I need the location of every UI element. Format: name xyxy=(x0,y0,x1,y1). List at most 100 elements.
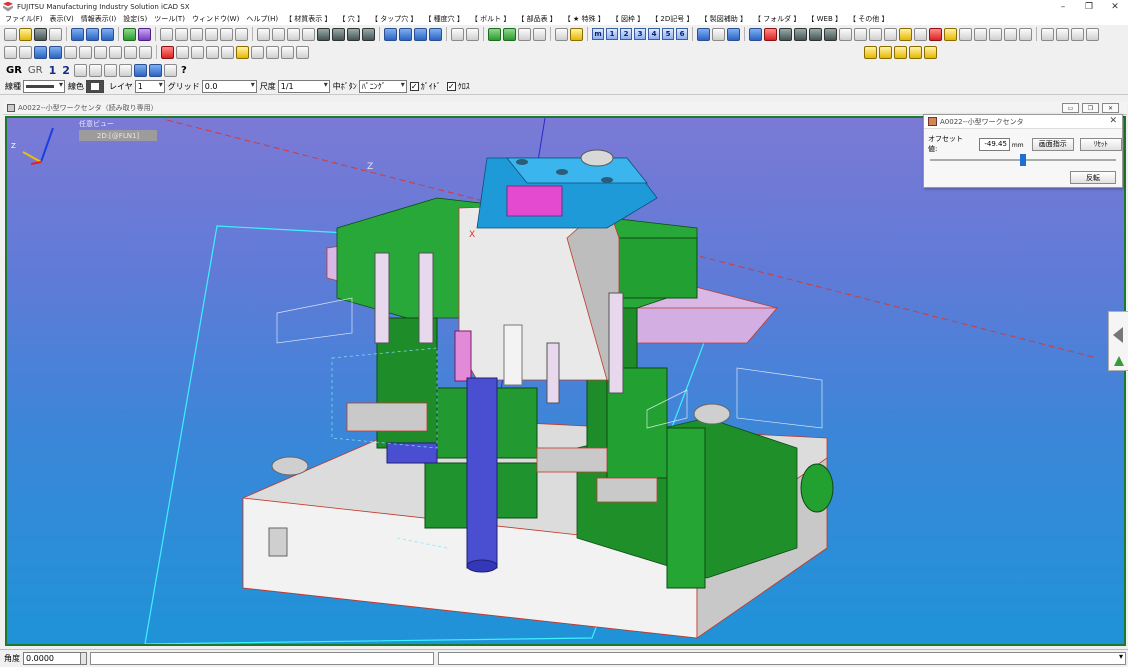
panel-4-icon[interactable] xyxy=(1086,27,1099,41)
cylinder-green-2-icon[interactable] xyxy=(503,27,516,41)
menu-2d-symbol[interactable]: 【 2D記号 】 xyxy=(649,14,698,24)
dialog-close-icon[interactable]: ✕ xyxy=(1109,116,1117,126)
previous-view-icon[interactable] xyxy=(235,27,248,41)
settings-2-icon[interactable] xyxy=(794,27,807,41)
collapse-arrow-icon[interactable] xyxy=(1113,327,1123,343)
snap-3-icon[interactable] xyxy=(103,63,117,77)
settings-4-icon[interactable] xyxy=(824,27,837,41)
zoom-icon[interactable] xyxy=(160,27,173,41)
panel-2-icon[interactable] xyxy=(1056,27,1069,41)
solid-blue-2-icon[interactable] xyxy=(399,27,412,41)
view-iso-icon[interactable] xyxy=(317,27,330,41)
view-top-icon[interactable] xyxy=(272,27,285,41)
settings-1-icon[interactable] xyxy=(779,27,792,41)
part-4-icon[interactable] xyxy=(909,45,922,59)
guide-checkbox[interactable]: ✓ ｶﾞｲﾄﾞ xyxy=(409,81,441,92)
list-icon[interactable] xyxy=(914,27,927,41)
side-panel[interactable] xyxy=(1108,311,1128,371)
offset-input[interactable]: -49.45 xyxy=(978,137,1010,151)
layer-button-5[interactable]: 5 xyxy=(662,28,674,40)
open-folder-icon[interactable] xyxy=(19,27,32,41)
menu-folder[interactable]: 【 フォルダ 】 xyxy=(752,14,805,24)
menu-web[interactable]: 【 WEB 】 xyxy=(805,14,847,24)
arrow-right-icon[interactable] xyxy=(101,27,114,41)
grid-dots-icon[interactable] xyxy=(296,45,309,59)
cylinder-green-icon[interactable] xyxy=(488,27,501,41)
menu-frame[interactable]: 【 図枠 】 xyxy=(610,14,649,24)
mode-2-button[interactable]: 2 xyxy=(62,64,70,77)
cross-1-icon[interactable] xyxy=(34,45,47,59)
reset-button[interactable]: ﾘｾｯﾄ xyxy=(1079,137,1122,151)
fit-view-icon[interactable] xyxy=(205,27,218,41)
settings-3-icon[interactable] xyxy=(809,27,822,41)
doc-1-icon[interactable] xyxy=(959,27,972,41)
dimension-1-icon[interactable] xyxy=(251,45,264,59)
menu-settings[interactable]: 設定(S) xyxy=(121,14,152,24)
frame-1-icon[interactable] xyxy=(94,45,107,59)
part-5-icon[interactable] xyxy=(924,45,937,59)
view-shaded-icon[interactable] xyxy=(332,27,345,41)
part-2-icon[interactable] xyxy=(879,45,892,59)
menu-tap-hole[interactable]: 【 タップ穴 】 xyxy=(369,14,422,24)
view-side-icon[interactable] xyxy=(287,27,300,41)
part-3-icon[interactable] xyxy=(894,45,907,59)
snap-2-icon[interactable] xyxy=(88,63,102,77)
image-icon[interactable] xyxy=(555,27,568,41)
snap-1-icon[interactable] xyxy=(73,63,87,77)
offset-slider[interactable] xyxy=(930,153,1116,167)
model-canvas[interactable] xyxy=(7,118,1124,644)
frame-2-icon[interactable] xyxy=(109,45,122,59)
frame-4-icon[interactable] xyxy=(139,45,152,59)
menu-drafting-aid[interactable]: 【 製図補助 】 xyxy=(699,14,752,24)
undo-icon[interactable] xyxy=(451,27,464,41)
menu-precision-hole[interactable]: 【 種度穴 】 xyxy=(422,14,468,24)
slider-thumb[interactable] xyxy=(1020,154,1026,166)
new-file-icon[interactable] xyxy=(4,27,17,41)
3d-viewport[interactable]: 任意ビュー 2D:[@FLN1] Z Z X xyxy=(5,116,1126,646)
angle-input[interactable]: 0.0000 xyxy=(23,652,81,665)
restore-button[interactable]: ❐ xyxy=(1076,0,1102,13)
doc-2-icon[interactable] xyxy=(974,27,987,41)
solid-blue-3-icon[interactable] xyxy=(414,27,427,41)
solid-blue-1-icon[interactable] xyxy=(384,27,397,41)
measure-4-icon[interactable] xyxy=(884,27,897,41)
layer-button-m[interactable]: m xyxy=(592,28,604,40)
line-3-icon[interactable] xyxy=(206,45,219,59)
menu-view[interactable]: 表示(V) xyxy=(48,14,79,24)
measure-1-icon[interactable] xyxy=(839,27,852,41)
refresh-icon[interactable] xyxy=(123,27,136,41)
menu-help[interactable]: ヘルプ(H) xyxy=(244,14,283,24)
menu-tools[interactable]: ツール(T) xyxy=(152,14,190,24)
panel-1-icon[interactable] xyxy=(1041,27,1054,41)
mode-1-button[interactable]: 1 xyxy=(49,64,57,77)
delete-icon[interactable] xyxy=(929,27,942,41)
dimension-3-icon[interactable] xyxy=(281,45,294,59)
middle-button-select[interactable]: ﾊﾟﾆﾝｸﾞ xyxy=(358,80,407,93)
flip-button[interactable]: 反転 xyxy=(1070,171,1116,184)
cylinder-gray-icon[interactable] xyxy=(518,27,531,41)
play-icon[interactable] xyxy=(749,27,762,41)
polygon-icon[interactable] xyxy=(64,45,77,59)
ap-icon[interactable] xyxy=(236,45,249,59)
layer-button-2[interactable]: 2 xyxy=(620,28,632,40)
cylinder-gray-2-icon[interactable] xyxy=(533,27,546,41)
menu-special[interactable]: 【 ★ 特殊 】 xyxy=(562,14,610,24)
pointer-icon[interactable] xyxy=(19,45,32,59)
view-layer-chip[interactable]: 2D:[@FLN1] xyxy=(79,130,157,141)
menu-hole[interactable]: 【 穴 】 xyxy=(337,14,369,24)
doc-close-button[interactable]: ✕ xyxy=(1102,103,1119,113)
part-1-icon[interactable] xyxy=(864,45,877,59)
dot-icon[interactable] xyxy=(161,45,174,59)
layer-select[interactable]: 1 xyxy=(134,80,165,93)
grid-select[interactable]: 0.0 xyxy=(201,80,257,93)
menu-bolt[interactable]: 【 ボルト 】 xyxy=(469,14,515,24)
zoom-in-icon[interactable] xyxy=(175,27,188,41)
layer-button-6[interactable]: 6 xyxy=(676,28,688,40)
dimension-2-icon[interactable] xyxy=(266,45,279,59)
redo-icon[interactable] xyxy=(466,27,479,41)
properties-icon[interactable] xyxy=(138,27,151,41)
select-icon[interactable] xyxy=(4,45,17,59)
doc-restore-button[interactable]: ❐ xyxy=(1082,103,1099,113)
link-icon[interactable] xyxy=(163,63,177,77)
print-icon[interactable] xyxy=(49,27,62,41)
